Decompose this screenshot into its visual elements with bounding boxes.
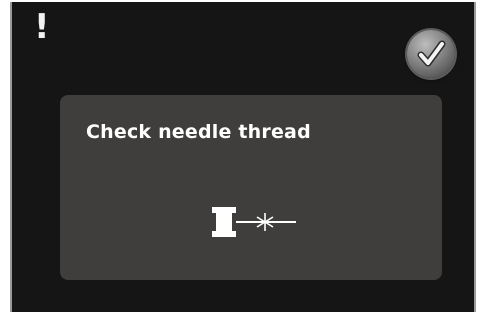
alert-dialog: Check needle thread: [60, 95, 442, 280]
confirm-ok-button[interactable]: [407, 30, 455, 78]
checkmark-icon: [417, 40, 446, 67]
spool-bottom: [212, 231, 236, 237]
exclamation-icon: !: [34, 7, 50, 47]
spool-top: [212, 207, 236, 213]
spool-body: [216, 213, 232, 231]
needle-thread-spool-icon: [212, 207, 296, 237]
sewing-machine-screen: ! Check needle thread: [10, 2, 476, 312]
dialog-message: Check needle thread: [86, 121, 311, 143]
